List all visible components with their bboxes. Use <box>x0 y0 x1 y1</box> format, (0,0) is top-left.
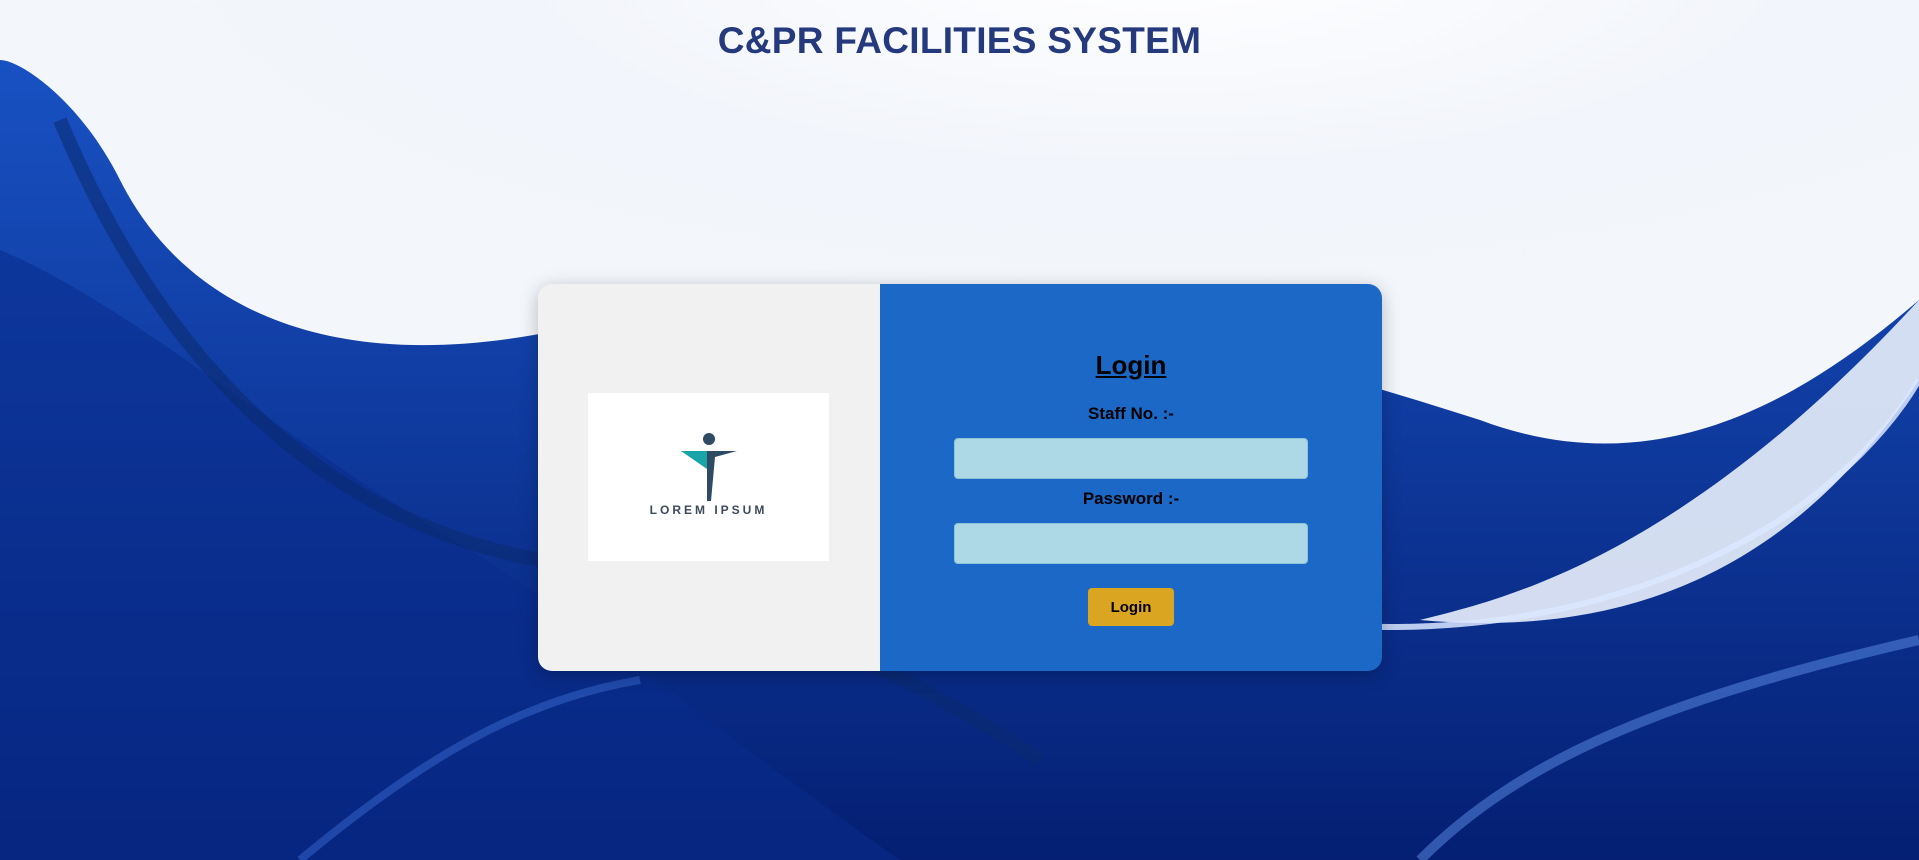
password-label: Password :- <box>1082 489 1180 508</box>
login-card: LOREM IPSUM Login Staff No. :- Password … <box>538 284 1382 671</box>
logo-text: LOREM IPSUM <box>649 503 768 517</box>
staff-number-input[interactable] <box>954 438 1308 479</box>
login-heading: Login <box>1095 350 1167 380</box>
person-figure-icon <box>680 433 737 501</box>
login-button[interactable]: Login <box>1088 588 1174 626</box>
company-logo: LOREM IPSUM <box>588 393 829 561</box>
login-form: Login Staff No. :- Password :- Login <box>880 284 1382 671</box>
staff-number-label: Staff No. :- <box>1088 404 1174 423</box>
brand-panel: LOREM IPSUM <box>538 284 880 671</box>
page-title: C&PR FACILITIES SYSTEM <box>717 20 1202 61</box>
password-input[interactable] <box>954 523 1308 564</box>
